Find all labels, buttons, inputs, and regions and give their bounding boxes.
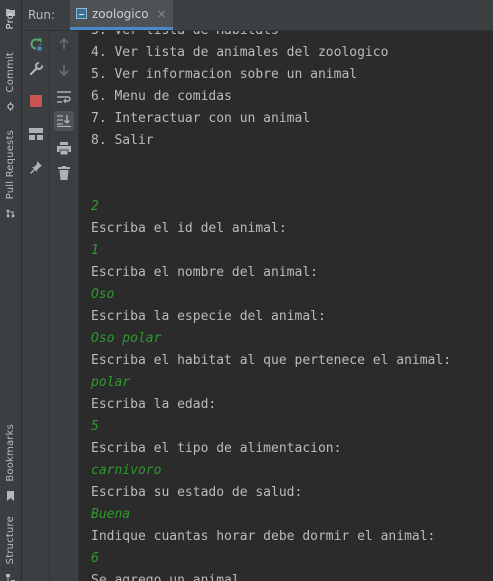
console-output-line: Escriba la especie del animal: (91, 309, 326, 324)
console-input-line: Buena (91, 507, 131, 522)
console-input-line: carnivoro (91, 463, 162, 478)
pull-request-icon (6, 203, 15, 218)
console-scrollbar[interactable] (486, 31, 493, 581)
run-toolbar-secondary (50, 31, 79, 581)
pin-icon (29, 160, 43, 174)
modify-run-configuration-button[interactable] (26, 59, 46, 79)
next-occurrence-button[interactable] (54, 60, 74, 80)
console-output-line: 5. Ver informacion sobre un animal (91, 67, 358, 82)
console-output-line: Escriba el id del animal: (91, 221, 287, 236)
bookmarks-tool-label: Bookmarks (5, 424, 16, 482)
print-button[interactable] (54, 138, 74, 158)
commit-tool-tab[interactable]: Commit (0, 52, 21, 112)
console-output-line: 8. Salir (91, 133, 154, 148)
scroll-to-end-button[interactable] (54, 111, 74, 131)
console-output-line: Escriba el habitat al que pertenece el a… (91, 353, 452, 368)
stop-icon (29, 94, 43, 108)
tool-window-strip: Pro Commit Pull Requests Bookmarks Struc… (0, 0, 22, 581)
console-output-line: 6. Menu de comidas (91, 89, 232, 104)
down-arrow-icon (58, 64, 70, 76)
console-output[interactable]: 3. Ver lista de Habitats 4. Ver lista de … (79, 31, 493, 581)
run-tab-label: zoologico (92, 6, 149, 21)
commit-tool-label: Commit (5, 52, 16, 93)
commit-icon (6, 96, 15, 112)
structure-icon (6, 568, 15, 581)
console-output-line: 7. Interactuar con un animal (91, 111, 311, 126)
console-input-line: 6 (91, 551, 99, 566)
structure-tool-tab[interactable]: Structure (0, 516, 21, 581)
console-input-line: 5 (91, 419, 99, 434)
pull-requests-tool-tab[interactable]: Pull Requests (0, 130, 21, 218)
run-toolbar-primary (22, 31, 50, 581)
console-input-line: Oso polar (91, 331, 162, 346)
console-output-line (91, 152, 451, 174)
console-input-line: Oso (91, 287, 115, 302)
console-output-line: Escriba la edad: (91, 397, 217, 412)
rerun-button[interactable] (26, 34, 46, 54)
project-tool-label: Pro (5, 13, 16, 30)
bookmark-icon (6, 486, 15, 501)
console-input-line: polar (91, 375, 131, 390)
layout-icon (29, 128, 43, 140)
console-output-line (91, 174, 451, 196)
console-lines: 3. Ver lista de Habitats 4. Ver lista de … (91, 31, 451, 581)
console-output-line: Indique cuantas horar debe dormir el ani… (91, 529, 436, 544)
pull-requests-tool-label: Pull Requests (5, 130, 16, 200)
console-output-line: Escriba el tipo de alimentacion: (91, 441, 342, 456)
wrench-icon (28, 61, 44, 77)
console-output-line: 3. Ver lista de Habitats (91, 31, 451, 42)
console-input-line: 2 (91, 199, 99, 214)
console-output-line: Escriba su estado de salud: (91, 485, 303, 500)
console-output-line: 4. Ver lista de animales del zoologico (91, 45, 389, 60)
scroll-to-end-icon (57, 115, 71, 127)
pin-tab-button[interactable] (26, 157, 46, 177)
stop-button[interactable] (26, 91, 46, 111)
ide-window: Pro Commit Pull Requests Bookmarks Struc… (0, 0, 493, 581)
folder-icon (6, 1, 15, 16)
previous-occurrence-button[interactable] (54, 34, 74, 54)
project-tool-tab[interactable]: Pro (0, 0, 21, 29)
rerun-icon (28, 36, 44, 52)
console-output-line: Escriba el nombre del animal: (91, 265, 318, 280)
console-output-line: Se agrego un animal (91, 573, 240, 581)
run-tab-zoologico[interactable]: zoologico × (70, 0, 173, 30)
close-icon[interactable]: × (157, 7, 167, 21)
soft-wrap-button[interactable] (54, 87, 74, 107)
run-label: Run: (28, 8, 56, 22)
run-tool-header: Run: zoologico × (22, 0, 493, 31)
console-input-line: 1 (91, 243, 99, 258)
trash-icon (58, 166, 70, 180)
layout-button[interactable] (26, 124, 46, 144)
console-icon (76, 8, 87, 19)
print-icon (57, 141, 71, 155)
bookmarks-tool-tab[interactable]: Bookmarks (0, 424, 21, 501)
soft-wrap-icon (57, 91, 71, 103)
structure-tool-label: Structure (5, 516, 16, 565)
up-arrow-icon (58, 38, 70, 50)
clear-all-button[interactable] (54, 163, 74, 183)
